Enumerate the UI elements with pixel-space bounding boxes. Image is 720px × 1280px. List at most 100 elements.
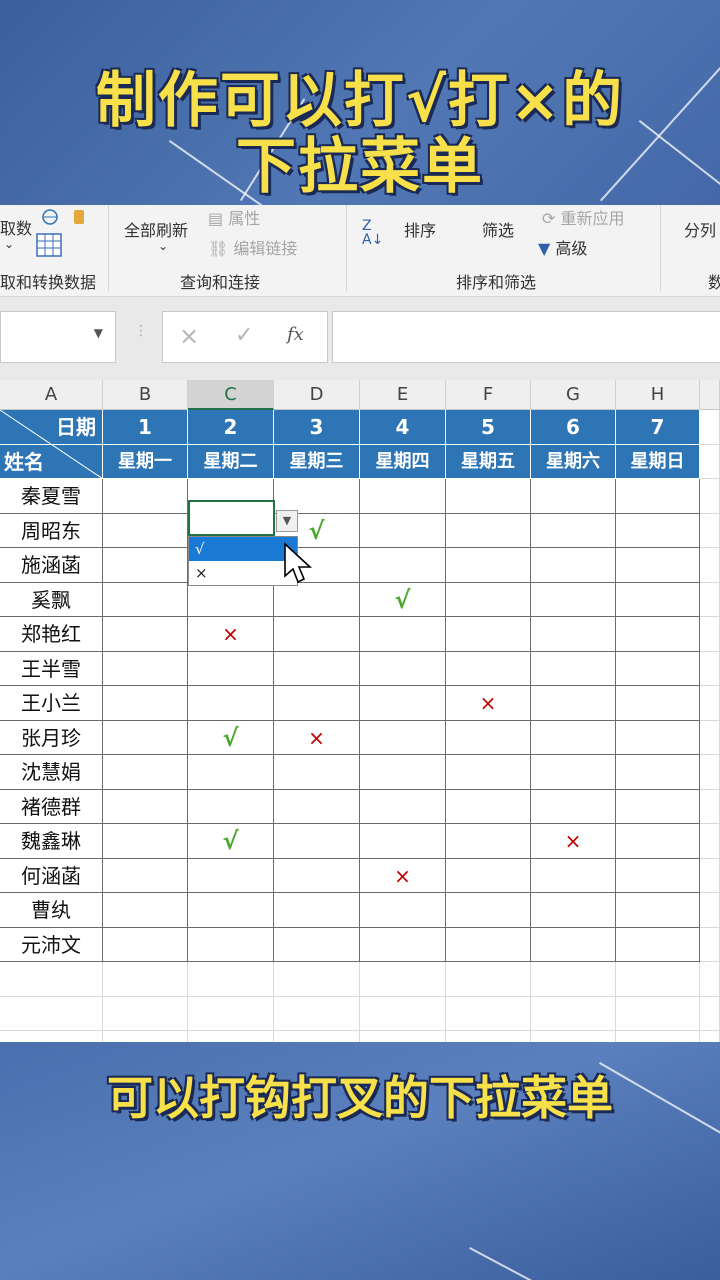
attendance-cell[interactable]	[446, 893, 531, 928]
attendance-cell[interactable]	[274, 617, 360, 652]
attendance-cell[interactable]: ×	[446, 686, 531, 721]
table-icon[interactable]	[36, 233, 62, 257]
attendance-cell[interactable]	[103, 893, 188, 928]
get-data-button[interactable]: 取数	[0, 215, 32, 239]
name-cell[interactable]: 何涵菡	[0, 858, 103, 893]
empty-cell[interactable]	[360, 962, 446, 997]
attendance-cell[interactable]	[616, 548, 700, 583]
attendance-cell[interactable]	[446, 513, 531, 548]
empty-cell[interactable]	[700, 1031, 720, 1042]
attendance-cell[interactable]	[360, 513, 446, 548]
attendance-cell[interactable]: √	[188, 720, 274, 755]
attendance-cell[interactable]: ×	[188, 617, 274, 652]
column-header-G[interactable]: G	[531, 380, 616, 410]
header-weekday[interactable]: 星期六	[531, 444, 616, 479]
empty-cell[interactable]	[531, 1031, 616, 1042]
header-day-number[interactable]: 6	[531, 410, 616, 445]
name-cell[interactable]: 褚德群	[0, 789, 103, 824]
empty-cell[interactable]	[700, 858, 720, 893]
header-day-number[interactable]: 1	[103, 410, 188, 445]
empty-cell[interactable]	[360, 1031, 446, 1042]
attendance-cell[interactable]	[531, 582, 616, 617]
attendance-cell[interactable]	[531, 789, 616, 824]
attendance-cell[interactable]	[103, 789, 188, 824]
attendance-cell[interactable]: √	[188, 824, 274, 859]
attendance-cell[interactable]	[360, 548, 446, 583]
name-box[interactable]: ▼	[0, 311, 116, 363]
advanced-filter-button[interactable]: ▼ 高级	[538, 235, 587, 259]
name-cell[interactable]: 张月珍	[0, 720, 103, 755]
attendance-cell[interactable]	[360, 720, 446, 755]
empty-cell[interactable]	[700, 582, 720, 617]
attendance-cell[interactable]	[616, 513, 700, 548]
attendance-cell[interactable]: ×	[531, 824, 616, 859]
properties-button[interactable]: ▤ 属性	[208, 205, 260, 229]
attendance-cell[interactable]	[188, 893, 274, 928]
attendance-cell[interactable]	[188, 755, 274, 790]
header-weekday[interactable]: 星期四	[360, 444, 446, 479]
sort-az-icon[interactable]: Z A↓	[362, 219, 383, 247]
attendance-cell[interactable]	[531, 858, 616, 893]
attendance-cell[interactable]	[360, 686, 446, 721]
attendance-cell[interactable]	[274, 686, 360, 721]
attendance-cell[interactable]	[446, 755, 531, 790]
name-cell[interactable]: 魏鑫琳	[0, 824, 103, 859]
empty-cell[interactable]	[188, 1031, 274, 1042]
attendance-cell[interactable]	[274, 582, 360, 617]
attendance-cell[interactable]	[616, 824, 700, 859]
cancel-icon[interactable]: ×	[179, 322, 199, 350]
reapply-button[interactable]: ⟳ 重新应用	[542, 205, 625, 229]
attendance-cell[interactable]: ×	[274, 720, 360, 755]
attendance-cell[interactable]	[616, 858, 700, 893]
attendance-cell[interactable]	[360, 617, 446, 652]
empty-cell[interactable]	[0, 996, 103, 1031]
empty-cell[interactable]	[188, 962, 274, 997]
chevron-down-icon[interactable]: ⌄	[158, 239, 168, 253]
attendance-cell[interactable]	[531, 927, 616, 962]
attendance-cell[interactable]	[360, 927, 446, 962]
column-header-E[interactable]: E	[360, 380, 446, 410]
empty-cell[interactable]	[700, 444, 720, 479]
name-cell[interactable]: 奚飘	[0, 582, 103, 617]
column-header-H[interactable]: H	[616, 380, 700, 410]
enter-icon[interactable]: ✓	[235, 323, 253, 348]
column-header-C[interactable]: C	[188, 380, 274, 410]
edit-links-button[interactable]: ⛓ 编辑链接	[208, 235, 297, 259]
empty-cell[interactable]	[700, 479, 720, 514]
empty-cell[interactable]	[0, 962, 103, 997]
attendance-cell[interactable]	[274, 927, 360, 962]
empty-cell[interactable]	[700, 893, 720, 928]
attendance-cell[interactable]	[360, 651, 446, 686]
attendance-cell[interactable]	[531, 651, 616, 686]
attendance-cell[interactable]: √	[360, 582, 446, 617]
empty-cell[interactable]	[616, 996, 700, 1031]
empty-cell[interactable]	[103, 996, 188, 1031]
attendance-cell[interactable]	[531, 720, 616, 755]
empty-cell[interactable]	[531, 962, 616, 997]
empty-cell[interactable]	[700, 651, 720, 686]
empty-cell[interactable]	[103, 1031, 188, 1042]
empty-cell[interactable]	[700, 755, 720, 790]
empty-cell[interactable]	[446, 996, 531, 1031]
attendance-cell[interactable]	[274, 858, 360, 893]
attendance-cell[interactable]	[103, 858, 188, 893]
attendance-cell[interactable]	[446, 479, 531, 514]
insert-function-icon[interactable]: fx	[287, 324, 304, 345]
attendance-cell[interactable]	[531, 617, 616, 652]
attendance-cell[interactable]	[531, 479, 616, 514]
attendance-cell[interactable]	[616, 893, 700, 928]
empty-cell[interactable]	[274, 1031, 360, 1042]
empty-cell[interactable]	[188, 996, 274, 1031]
empty-cell[interactable]	[700, 996, 720, 1031]
attendance-cell[interactable]	[360, 789, 446, 824]
attendance-cell[interactable]	[188, 651, 274, 686]
attendance-cell[interactable]	[616, 651, 700, 686]
attendance-cell[interactable]	[103, 617, 188, 652]
name-cell[interactable]: 王小兰	[0, 686, 103, 721]
active-cell-C6[interactable]	[188, 500, 275, 536]
attendance-cell[interactable]	[616, 479, 700, 514]
spreadsheet-grid[interactable]: A B C D E F G H 日期 1 2 3 4 5 6 7 姓名 星期一 星期二 星期三 星期四 星期五 星期六 星期日…	[0, 380, 720, 1042]
empty-cell[interactable]	[700, 410, 720, 445]
attendance-cell[interactable]	[188, 858, 274, 893]
attendance-cell[interactable]	[103, 651, 188, 686]
